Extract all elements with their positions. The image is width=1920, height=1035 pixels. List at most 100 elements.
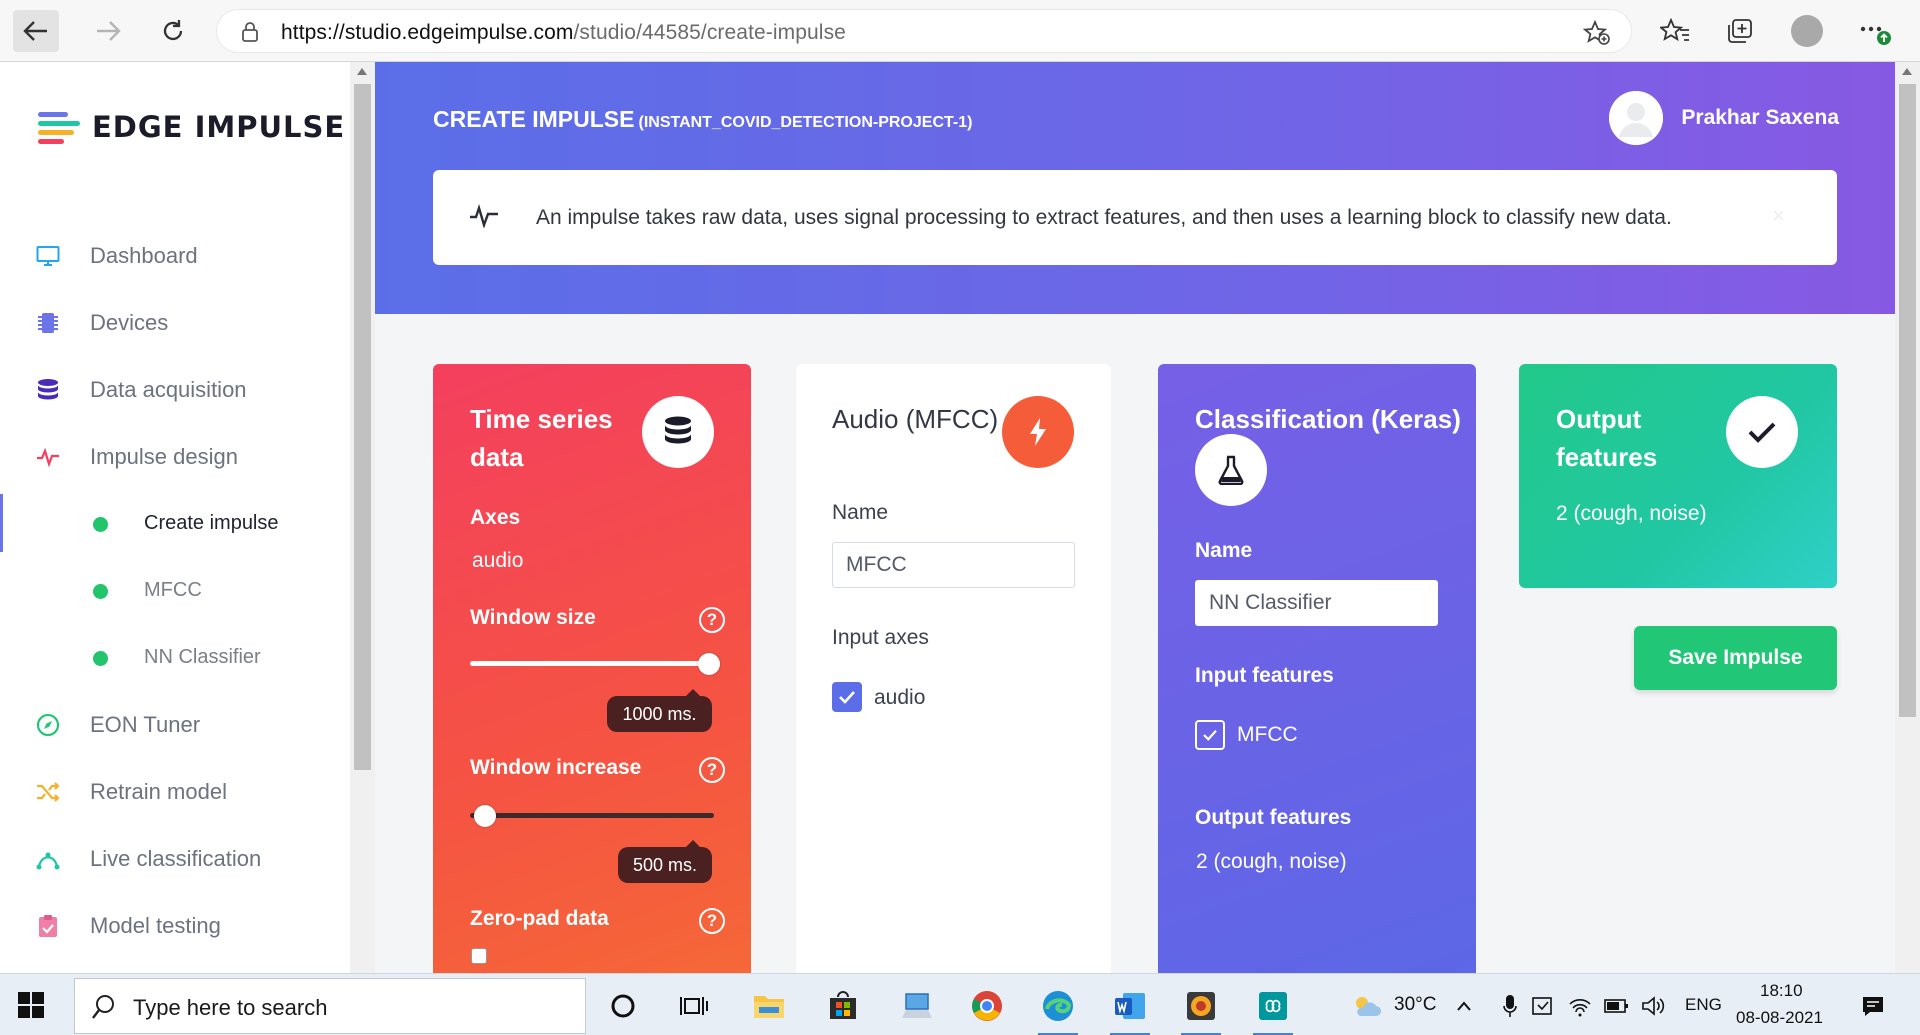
store-icon[interactable] [819,982,867,1030]
zero-pad-checkbox[interactable] [471,948,487,964]
chevron-up-icon[interactable] [1450,982,1478,1030]
logo-text: EDGE IMPULSE [92,110,346,144]
help-icon[interactable]: ? [699,908,725,934]
wifi-icon[interactable] [1563,982,1597,1030]
window-size-slider[interactable] [470,661,714,666]
block-title: Audio (MFCC) [832,404,999,434]
sidebar-item-eon-tuner[interactable]: EON Tuner [0,691,350,758]
sidebar-item-nn-classifier[interactable]: NN Classifier [0,624,350,691]
project-name: (INSTANT_COVID_DETECTION-PROJECT-1) [638,114,973,131]
input-language[interactable]: ENG [1685,995,1722,1015]
clipboard-icon [36,914,60,938]
edge-impulse-logo[interactable]: EDGE IMPULSE [38,110,345,144]
search-icon [91,994,115,1025]
sidebar-item-retrain-model[interactable]: Retrain model [0,758,350,825]
lock-icon [241,22,259,47]
user-menu[interactable]: Prakhar Saxena [1609,91,1839,145]
axes-value: audio [472,549,524,572]
output-features-block[interactable]: Output features 2 (cough, noise) [1519,364,1837,588]
shuffle-icon [36,780,60,804]
check-icon [1203,729,1217,741]
scrollbar-thumb[interactable] [1899,84,1916,717]
sidebar-item-devices[interactable]: Devices [0,289,350,356]
url-text: https://studio.edgeimpulse.com/studio/44… [281,21,846,45]
close-icon[interactable]: × [1772,203,1785,229]
audio-axis-checkbox[interactable] [832,682,862,712]
sidebar: EDGE IMPULSE Dashboard Devices Data acqu… [0,62,350,973]
sidebar-item-label: Live classification [90,845,262,871]
page-title: CREATE IMPULSE (INSTANT_COVID_DETECTION-P… [433,106,972,133]
this-pc-icon[interactable] [893,982,941,1030]
browser-toolbar: https://studio.edgeimpulse.com/studio/44… [0,0,1920,62]
sidebar-item-label: Dashboard [90,242,198,268]
check-icon [839,691,855,704]
microphone-icon[interactable] [1496,982,1524,1030]
window-size-slider-knob[interactable] [698,653,721,675]
windows-start-icon[interactable] [18,992,44,1023]
scroll-up-icon[interactable] [357,68,367,75]
window-increase-slider-knob[interactable] [473,805,496,827]
chip-icon [36,311,60,335]
mfcc-feature-checkbox[interactable] [1195,720,1225,750]
window-size-value: 1000 ms. [607,689,712,732]
main-content: CREATE IMPULSE (INSTANT_COVID_DETECTION-P… [375,62,1895,973]
battery-icon[interactable] [1600,982,1634,1030]
save-impulse-button[interactable]: Save Impulse [1634,626,1837,690]
scroll-up-icon[interactable] [1902,68,1912,75]
sidebar-item-dashboard[interactable]: Dashboard [0,222,350,289]
collections-icon[interactable] [1723,14,1757,48]
mfcc-name-input[interactable]: MFCC [832,542,1075,588]
edge-icon[interactable] [1034,982,1082,1035]
sidebar-item-data-acquisition[interactable]: Data acquisition [0,356,350,423]
main-scrollbar[interactable] [1895,62,1920,973]
profile-avatar[interactable] [1790,14,1824,48]
volume-icon[interactable] [1636,982,1670,1030]
forward-button[interactable] [85,10,131,52]
file-explorer-icon[interactable] [745,982,793,1030]
scrollbar-thumb[interactable] [354,84,371,770]
classifier-name-input[interactable]: NN Classifier [1195,580,1438,626]
cloud-sync-icon[interactable] [1526,982,1560,1030]
block-title: Time series data [470,400,613,476]
sidebar-item-impulse-design[interactable]: Impulse design [0,423,350,490]
output-features-value: 2 (cough, noise) [1196,850,1347,873]
sidebar-item-mfcc[interactable]: MFCC [0,557,350,624]
user-name: Prakhar Saxena [1681,106,1839,129]
clock-date[interactable]: 08-08-2021 [1736,1008,1823,1028]
page-title-text: CREATE IMPULSE [433,106,635,132]
task-view-icon[interactable] [670,982,718,1030]
help-icon[interactable]: ? [699,757,725,783]
back-button[interactable] [13,10,59,52]
name-label: Name [1195,539,1253,562]
sidebar-item-model-testing[interactable]: Model testing [0,892,350,959]
sidebar-scrollbar[interactable] [350,62,375,973]
mfcc-block[interactable]: Audio (MFCC) Name MFCC Input axes audio [796,364,1111,973]
add-favorite-icon[interactable] [1582,19,1611,51]
time-series-block[interactable]: Time series data Axes audio Window size … [433,364,751,973]
address-bar[interactable]: https://studio.edgeimpulse.com/studio/44… [216,9,1632,53]
block-title-line2: features [1556,442,1658,472]
taskbar-search-box[interactable]: Type here to search [74,978,586,1034]
more-menu-icon[interactable] [1858,14,1892,48]
window-increase-slider[interactable] [470,813,714,818]
favorites-icon[interactable] [1658,14,1692,48]
window-size-label: Window size [470,606,596,629]
page-header: CREATE IMPULSE (INSTANT_COVID_DETECTION-P… [375,62,1895,314]
curve-icon [36,847,60,871]
sidebar-item-live-classification[interactable]: Live classification [0,825,350,892]
app-icon[interactable] [1177,982,1225,1035]
reload-button[interactable] [150,10,196,52]
weather-icon[interactable] [1343,982,1391,1030]
help-icon[interactable]: ? [699,607,725,633]
chrome-icon[interactable] [963,982,1011,1030]
clock-time[interactable]: 18:10 [1760,981,1803,1001]
sidebar-item-create-impulse[interactable]: Create impulse [0,490,350,557]
classification-block[interactable]: Classification (Keras) Name NN Classifie… [1158,364,1476,973]
avatar [1609,91,1664,145]
info-alert: An impulse takes raw data, uses signal p… [433,170,1837,265]
arduino-icon[interactable] [1249,982,1297,1035]
notifications-icon[interactable] [1856,982,1890,1030]
word-icon[interactable] [1106,982,1154,1035]
logo-icon [38,112,80,144]
cortana-icon[interactable] [599,982,647,1030]
